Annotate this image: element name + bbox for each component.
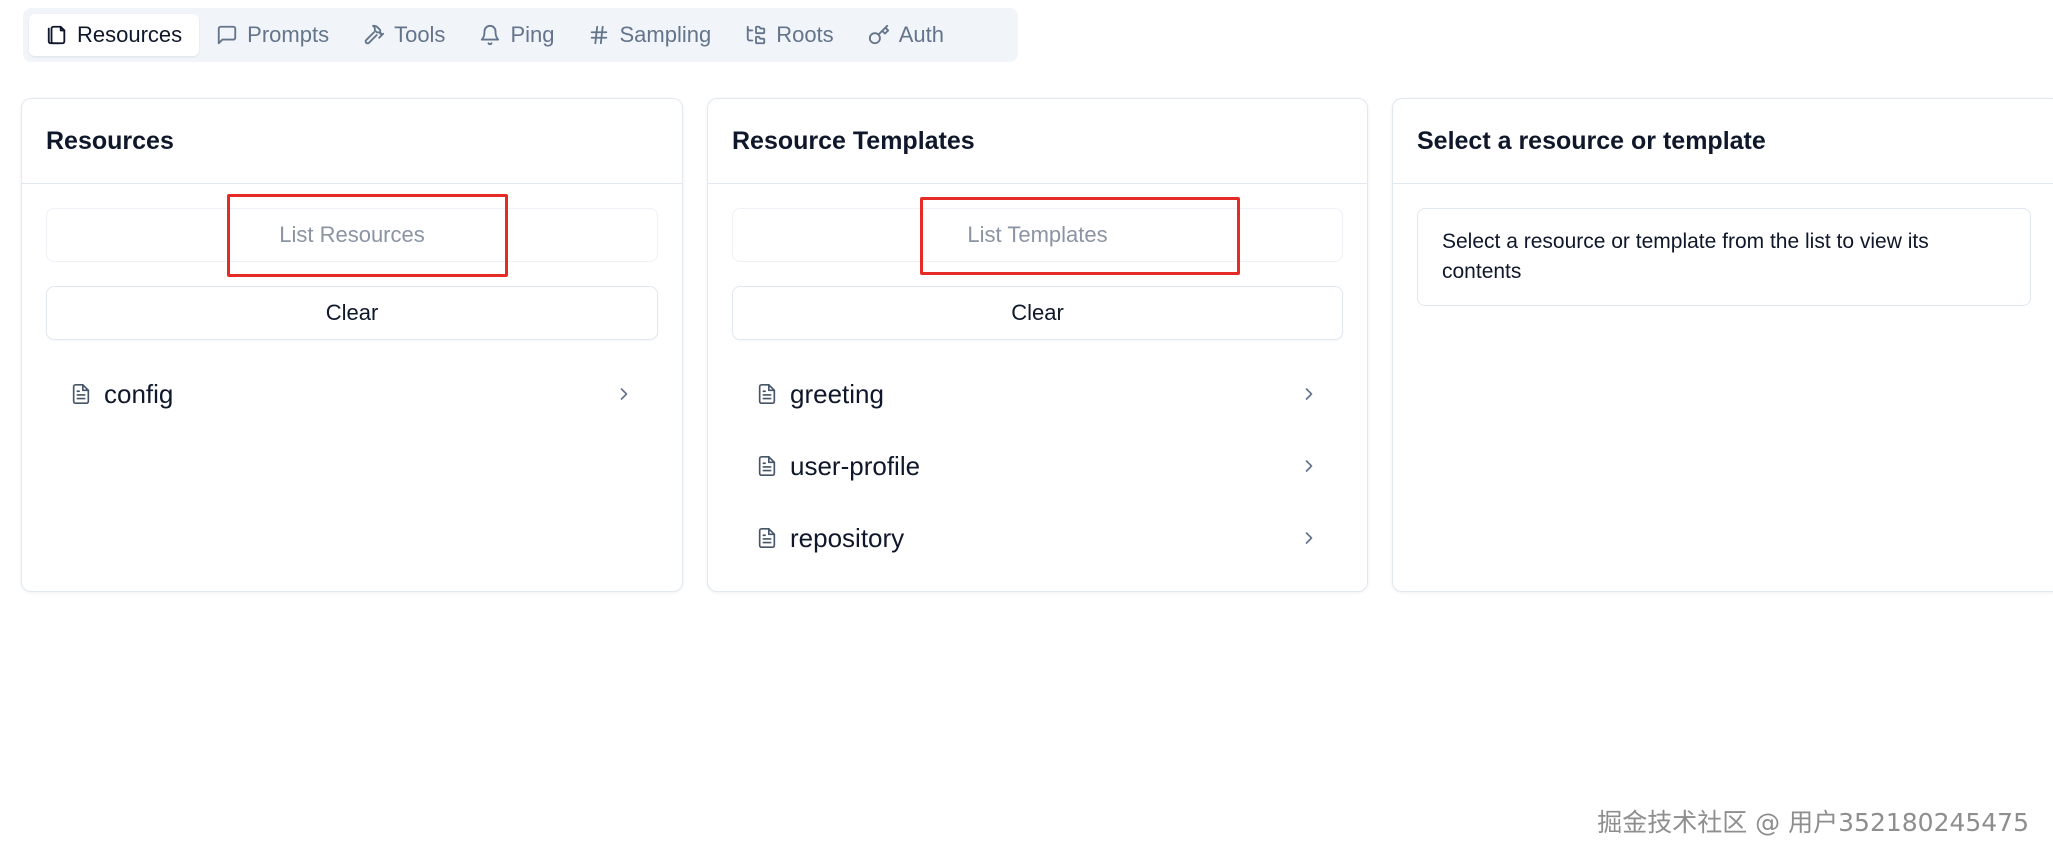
resources-panel-header: Resources xyxy=(22,99,682,184)
templates-panel-title: Resource Templates xyxy=(732,126,975,155)
detail-panel-title: Select a resource or template xyxy=(1417,126,1766,155)
chevron-right-icon xyxy=(1299,384,1319,404)
tab-label: Ping xyxy=(510,22,555,47)
file-text-icon xyxy=(756,527,778,549)
templates-panel: Resource Templates List Templates Clear … xyxy=(707,98,1368,592)
watermark: 掘金技术社区 @ 用户352180245475 xyxy=(1597,808,2029,837)
tab-label: Prompts xyxy=(247,22,330,47)
bell-icon xyxy=(479,24,501,46)
message-square-icon xyxy=(216,24,238,46)
chevron-right-icon xyxy=(1299,528,1319,548)
list-templates-button[interactable]: List Templates xyxy=(732,208,1343,262)
resources-panel: Resources List Resources Clear config xyxy=(21,98,683,592)
tab-prompts[interactable]: Prompts xyxy=(199,14,346,56)
folder-tree-icon xyxy=(745,24,767,46)
hammer-icon xyxy=(363,24,385,46)
templates-panel-header: Resource Templates xyxy=(708,99,1367,184)
tab-resources[interactable]: Resources xyxy=(29,14,200,56)
detail-panel: Select a resource or template Select a r… xyxy=(1392,98,2053,592)
chevron-right-icon xyxy=(614,384,634,404)
list-item[interactable]: greeting xyxy=(732,358,1343,430)
list-item-label: greeting xyxy=(790,378,884,409)
file-text-icon xyxy=(756,455,778,477)
tab-label: Resources xyxy=(77,22,183,47)
tab-label: Auth xyxy=(898,22,944,47)
tab-label: Tools xyxy=(394,22,446,47)
tab-label: Roots xyxy=(776,22,834,47)
tab-roots[interactable]: Roots xyxy=(728,14,850,56)
list-resources-button[interactable]: List Resources xyxy=(46,208,658,262)
resources-panel-title: Resources xyxy=(46,126,174,155)
clear-resources-button[interactable]: Clear xyxy=(46,286,658,340)
list-item-label: user-profile xyxy=(790,450,921,481)
resources-list: config xyxy=(46,358,658,430)
tab-label: Sampling xyxy=(619,22,712,47)
list-item[interactable]: config xyxy=(46,358,658,430)
tab-auth[interactable]: Auth xyxy=(851,14,961,56)
clear-templates-button[interactable]: Clear xyxy=(732,286,1343,340)
hash-icon xyxy=(588,24,610,46)
list-item[interactable]: repository xyxy=(732,502,1343,574)
tab-ping[interactable]: Ping xyxy=(462,14,571,56)
list-item[interactable]: user-profile xyxy=(732,430,1343,502)
chevron-right-icon xyxy=(1299,456,1319,476)
tab-sampling[interactable]: Sampling xyxy=(571,14,728,56)
detail-panel-header: Select a resource or template xyxy=(1393,99,2053,184)
tab-tools[interactable]: Tools xyxy=(346,14,462,56)
templates-list: greeting user-profile repository xyxy=(732,358,1343,574)
list-item-label: repository xyxy=(790,522,905,553)
file-text-icon xyxy=(756,383,778,405)
files-icon xyxy=(46,24,68,46)
detail-placeholder-message: Select a resource or template from the l… xyxy=(1417,208,2031,306)
key-icon xyxy=(868,24,890,46)
tab-bar: Resources Prompts Tools Ping Sampling Ro… xyxy=(23,8,1018,62)
file-text-icon xyxy=(70,383,92,405)
list-item-label: config xyxy=(104,378,174,409)
